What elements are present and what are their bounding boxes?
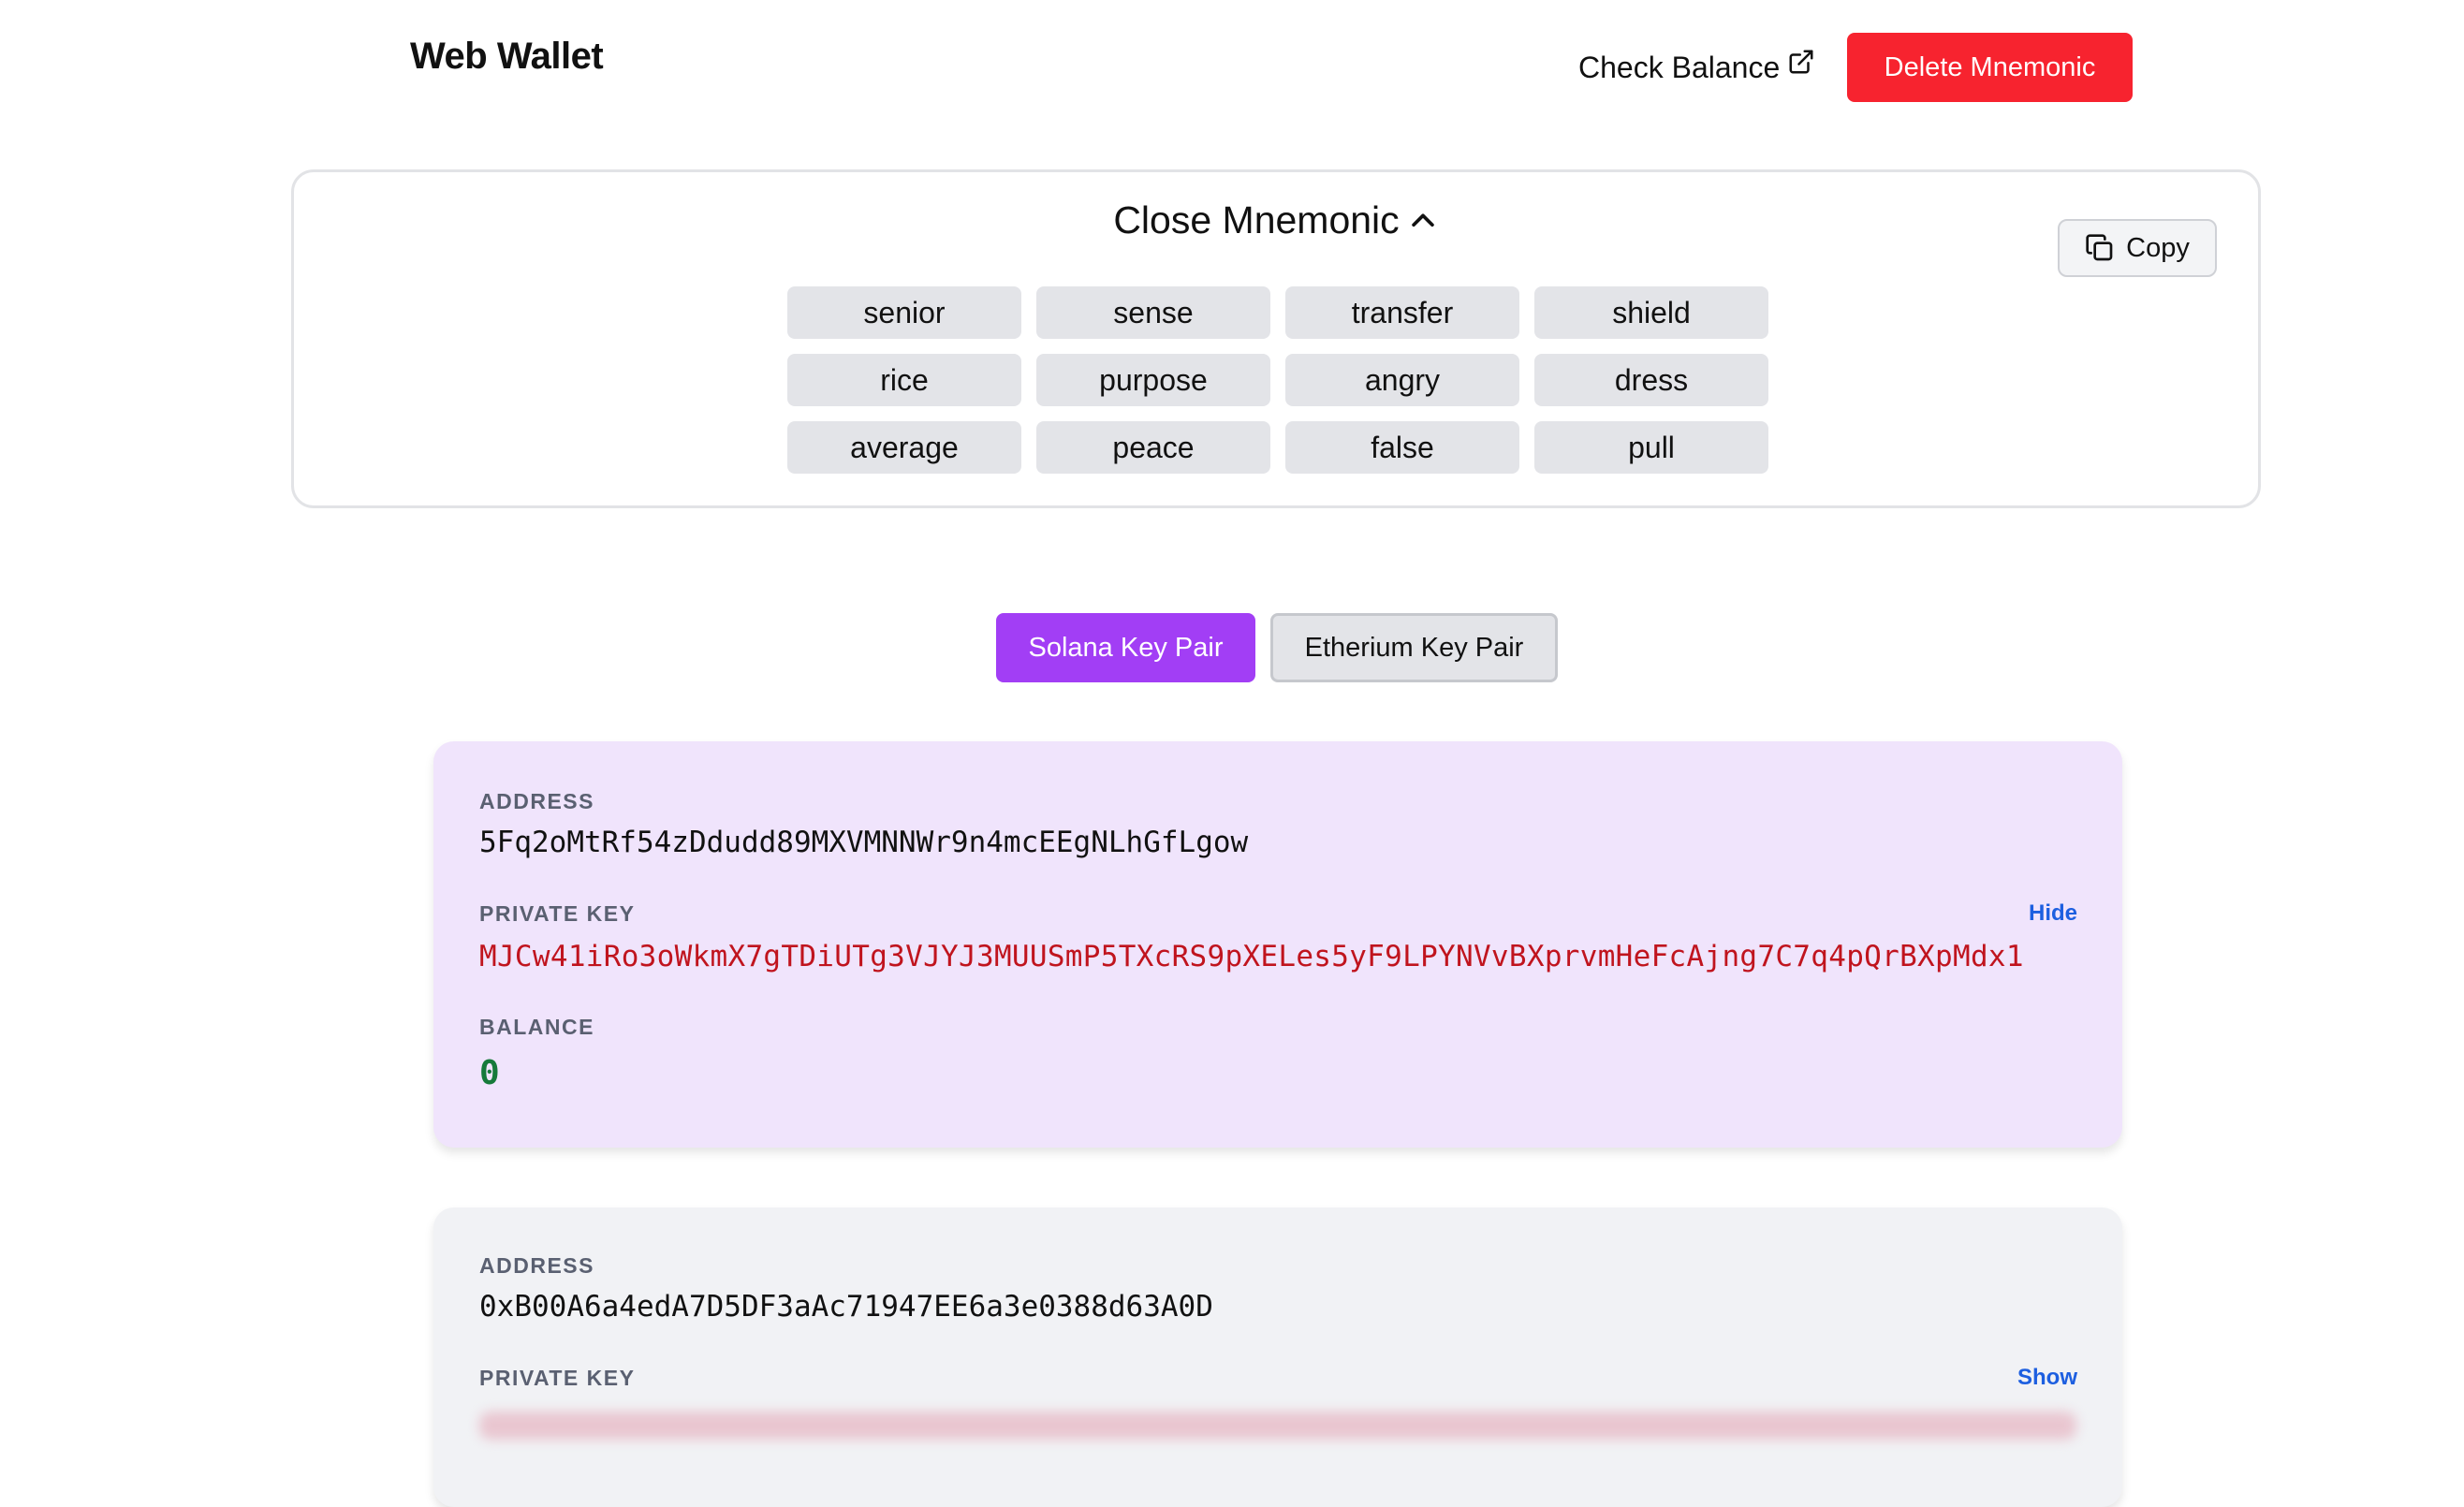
mnemonic-word: angry: [1285, 354, 1519, 406]
blurred-private-key: [479, 1412, 2076, 1440]
mnemonic-word: senior: [787, 286, 1021, 339]
ethereum-key-card: ADDRESS 0xB00A6a4edA7D5DF3aAc71947EE6a3e…: [433, 1207, 2122, 1507]
delete-mnemonic-button[interactable]: Delete Mnemonic: [1847, 33, 2133, 102]
app-title: Web Wallet: [410, 36, 604, 77]
copy-label: Copy: [2126, 232, 2190, 263]
mnemonic-toggle[interactable]: Close Mnemonic: [294, 198, 2258, 242]
tab-solana-key-pair[interactable]: Solana Key Pair: [996, 613, 1255, 682]
balance-label: BALANCE: [479, 1015, 594, 1039]
mnemonic-word: sense: [1036, 286, 1270, 339]
external-link-icon: [1789, 50, 1813, 73]
mnemonic-word: false: [1285, 421, 1519, 474]
private-key-label: PRIVATE KEY: [479, 901, 636, 926]
key-pair-tabs: Solana Key Pair Etherium Key Pair: [996, 613, 1558, 682]
mnemonic-toggle-label: Close Mnemonic: [1113, 198, 1400, 241]
tab-etherium-key-pair[interactable]: Etherium Key Pair: [1270, 613, 1558, 682]
address-label: ADDRESS: [479, 1253, 594, 1278]
mnemonic-word: rice: [787, 354, 1021, 406]
copy-icon: [2086, 234, 2113, 261]
mnemonic-word: peace: [1036, 421, 1270, 474]
address-value: 0xB00A6a4edA7D5DF3aAc71947EE6a3e0388d63A…: [479, 1290, 1213, 1324]
mnemonic-word: purpose: [1036, 354, 1270, 406]
mnemonic-word: dress: [1534, 354, 1768, 406]
hide-private-key-link[interactable]: Hide: [2029, 900, 2077, 927]
copy-mnemonic-button[interactable]: Copy: [2058, 219, 2217, 277]
address-label: ADDRESS: [479, 789, 594, 813]
chevron-up-icon: [1411, 212, 1434, 227]
app-header: Web Wallet Check Balance Delete Mnemonic: [0, 0, 2464, 131]
balance-value: 0: [479, 1054, 500, 1092]
mnemonic-words-grid: senior sense transfer shield rice purpos…: [787, 286, 1768, 474]
mnemonic-word: pull: [1534, 421, 1768, 474]
solana-key-card: ADDRESS 5Fq2oMtRf54zDdudd89MXVMNNWr9n4mc…: [433, 741, 2122, 1148]
mnemonic-word: average: [787, 421, 1021, 474]
address-value: 5Fq2oMtRf54zDdudd89MXVMNNWr9n4mcEEgNLhGf…: [479, 826, 1249, 859]
mnemonic-word: transfer: [1285, 286, 1519, 339]
private-key-label: PRIVATE KEY: [479, 1366, 636, 1390]
check-balance-label: Check Balance: [1578, 51, 1781, 84]
show-private-key-link[interactable]: Show: [2017, 1365, 2077, 1391]
private-key-value: MJCw41iRo3oWkmX7gTDiUTg3VJYJ3MUUSmP5TXcR…: [479, 940, 2024, 973]
check-balance-link[interactable]: Check Balance: [1578, 50, 1815, 85]
mnemonic-card: Close Mnemonic Copy senior sense transfe…: [291, 169, 2261, 508]
mnemonic-word: shield: [1534, 286, 1768, 339]
